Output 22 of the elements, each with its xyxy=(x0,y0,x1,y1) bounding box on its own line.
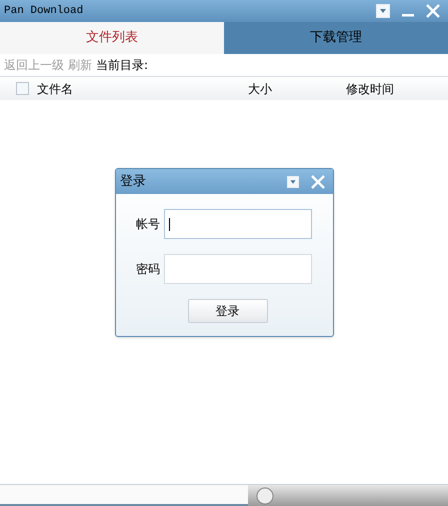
refresh-link[interactable]: 刷新 xyxy=(68,56,92,74)
field-label: 密码 xyxy=(136,261,160,278)
column-header: 大小 xyxy=(248,82,272,96)
back-link[interactable]: 返回上一级 xyxy=(4,56,64,74)
close-icon[interactable] xyxy=(426,4,440,18)
input-field[interactable] xyxy=(0,485,248,506)
dropdown-icon[interactable] xyxy=(376,4,390,18)
tab[interactable]: 下载管理 xyxy=(224,22,448,54)
field-label: 帐号 xyxy=(136,216,160,233)
input-field[interactable] xyxy=(164,209,312,239)
dropdown-icon[interactable] xyxy=(287,176,299,188)
window-title: Pan Download xyxy=(4,4,84,19)
tab[interactable]: 文件列表 xyxy=(0,22,224,54)
select-all-checkbox[interactable] xyxy=(16,82,29,95)
close-icon[interactable] xyxy=(311,174,325,188)
current-directory-label: 当前目录: xyxy=(96,57,148,74)
action-button[interactable] xyxy=(248,485,448,506)
column-header: 修改时间 xyxy=(346,82,394,96)
login-button[interactable]: 登录 xyxy=(188,299,268,323)
dialog-title: 登录 xyxy=(120,172,147,191)
column-header: 文件名 xyxy=(37,80,73,98)
circle-icon xyxy=(256,486,274,504)
